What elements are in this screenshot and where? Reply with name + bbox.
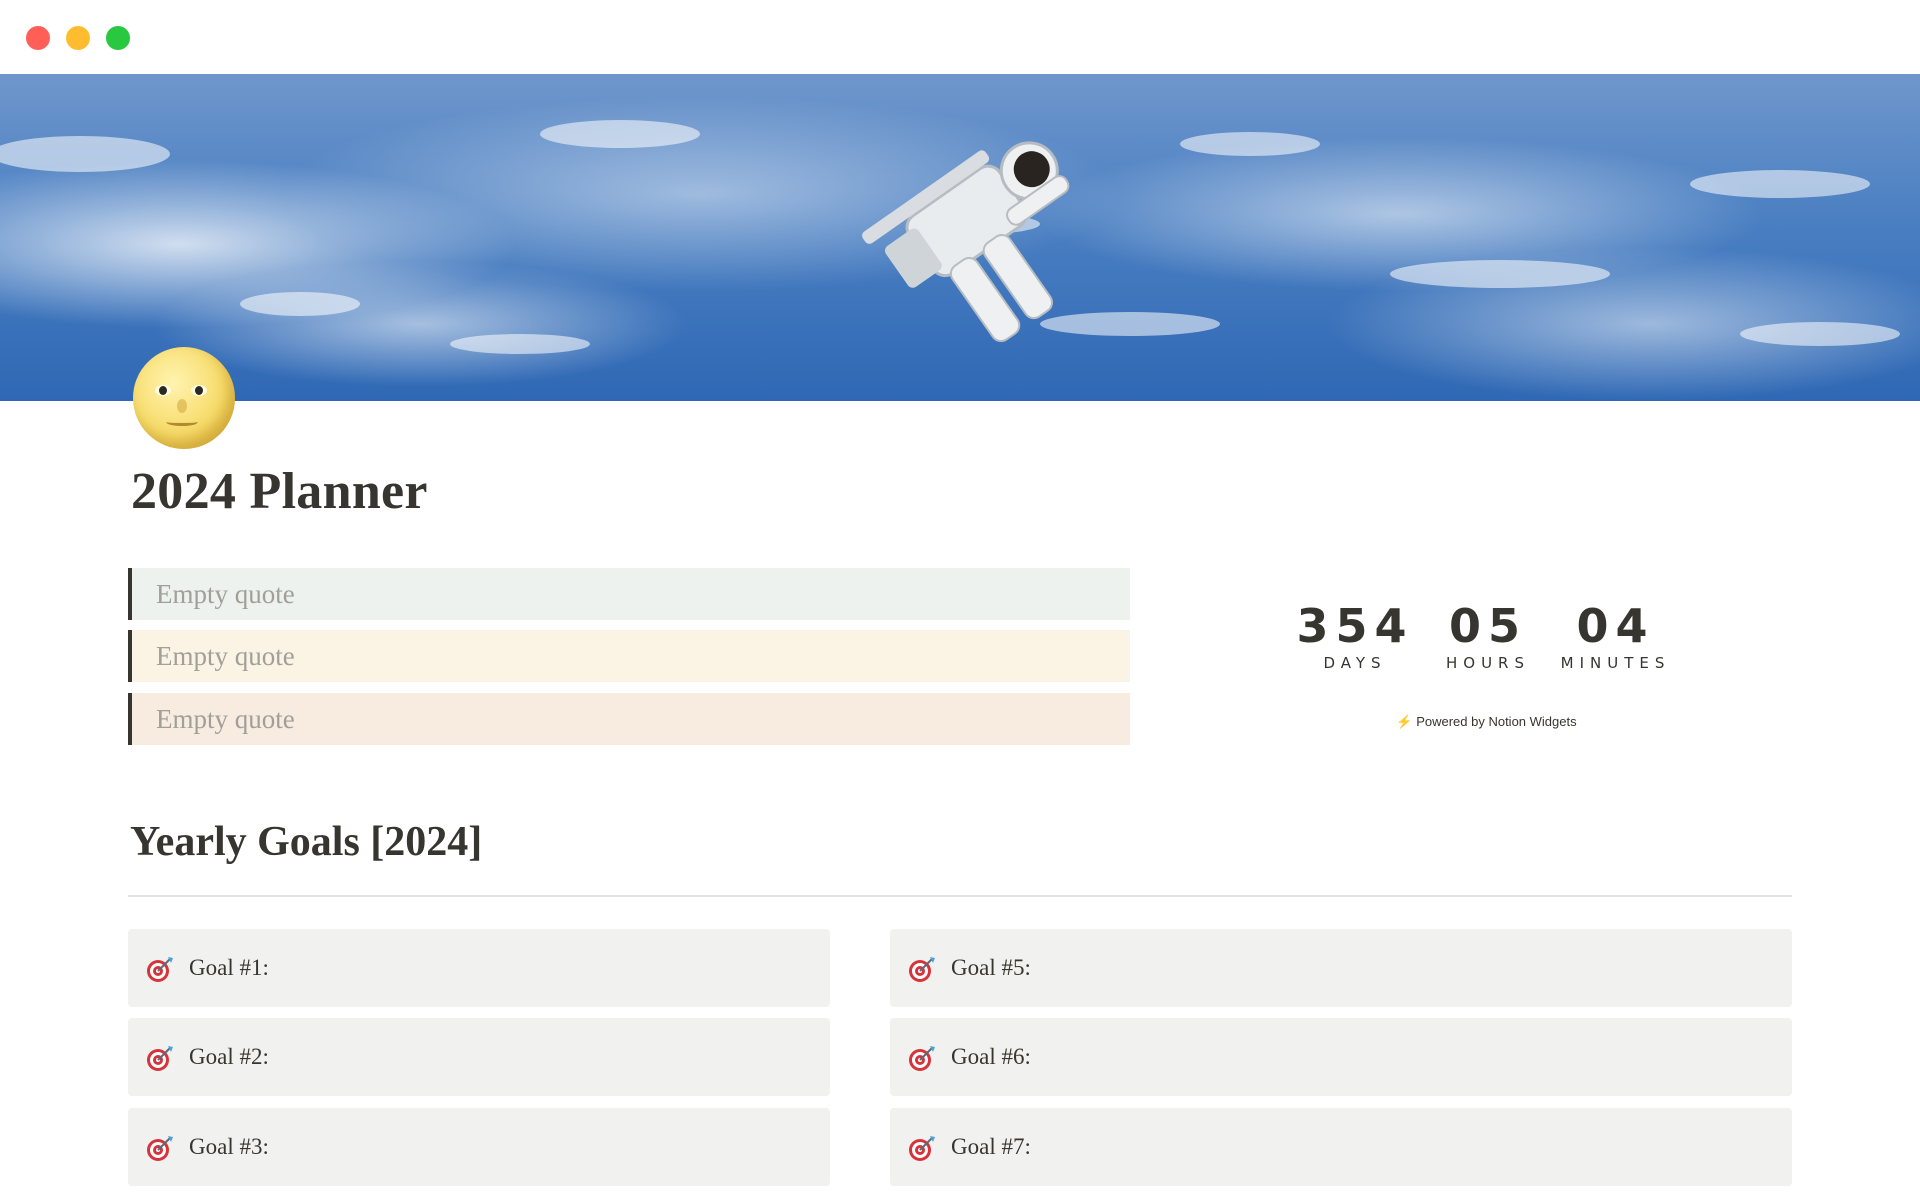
countdown-minutes: 04 MINUTES [1548, 600, 1683, 674]
countdown-widget: 354 DAYS 05 HOURS 04 MINUTES [1290, 600, 1690, 680]
goal-callout[interactable]: Goal #5: [890, 929, 1792, 1007]
countdown-days-value: 354 [1296, 599, 1414, 653]
goal-label: Goal #1: [189, 955, 269, 980]
direct-hit-target-icon [147, 1136, 173, 1161]
moon-eye-icon [155, 385, 171, 396]
window-titlebar [0, 0, 1920, 74]
goal-label: Goal #6: [951, 1044, 1031, 1069]
direct-hit-target-icon [909, 957, 935, 982]
goal-label: Goal #7: [951, 1134, 1031, 1159]
divider [128, 895, 1792, 897]
moon-eye-icon [191, 385, 207, 396]
powered-by-link[interactable]: ⚡ Powered by Notion Widgets [1396, 714, 1577, 730]
goal-label: Goal #3: [189, 1134, 269, 1159]
countdown-minutes-label: MINUTES [1560, 654, 1671, 672]
countdown-minutes-value: 04 [1576, 599, 1655, 653]
lightning-icon: ⚡ [1396, 714, 1413, 729]
full-moon-face-icon[interactable] [133, 347, 235, 449]
quote-block[interactable]: Empty quote [128, 693, 1130, 745]
quote-block[interactable]: Empty quote [128, 568, 1130, 620]
zoom-window-button[interactable] [106, 26, 130, 50]
countdown-days-label: DAYS [1323, 654, 1387, 672]
cover-image[interactable] [0, 74, 1920, 401]
countdown-hours-value: 05 [1448, 599, 1527, 653]
goal-callout[interactable]: Goal #6: [890, 1018, 1792, 1096]
goal-label: Goal #2: [189, 1044, 269, 1069]
countdown-hours-label: HOURS [1445, 654, 1530, 672]
goal-callout[interactable]: Goal #2: [128, 1018, 830, 1096]
page-title[interactable]: 2024 Planner [131, 462, 428, 521]
astronaut-illustration [0, 120, 1900, 354]
goal-label: Goal #5: [951, 955, 1031, 980]
countdown-hours: 05 HOURS [1428, 600, 1548, 674]
goal-callout[interactable]: Goal #7: [890, 1108, 1792, 1186]
moon-nose-icon [177, 399, 187, 413]
powered-by-text: Powered by Notion Widgets [1416, 714, 1577, 729]
goal-callout[interactable]: Goal #3: [128, 1108, 830, 1186]
goal-callout[interactable]: Goal #1: [128, 929, 830, 1007]
direct-hit-target-icon [909, 1136, 935, 1161]
moon-mouth-icon [166, 418, 198, 426]
direct-hit-target-icon [147, 957, 173, 982]
direct-hit-target-icon [147, 1046, 173, 1071]
section-heading[interactable]: Yearly Goals [2024] [130, 818, 482, 866]
close-window-button[interactable] [26, 26, 50, 50]
countdown-days: 354 DAYS [1290, 600, 1420, 674]
quote-block[interactable]: Empty quote [128, 630, 1130, 682]
minimize-window-button[interactable] [66, 26, 90, 50]
direct-hit-target-icon [909, 1046, 935, 1071]
